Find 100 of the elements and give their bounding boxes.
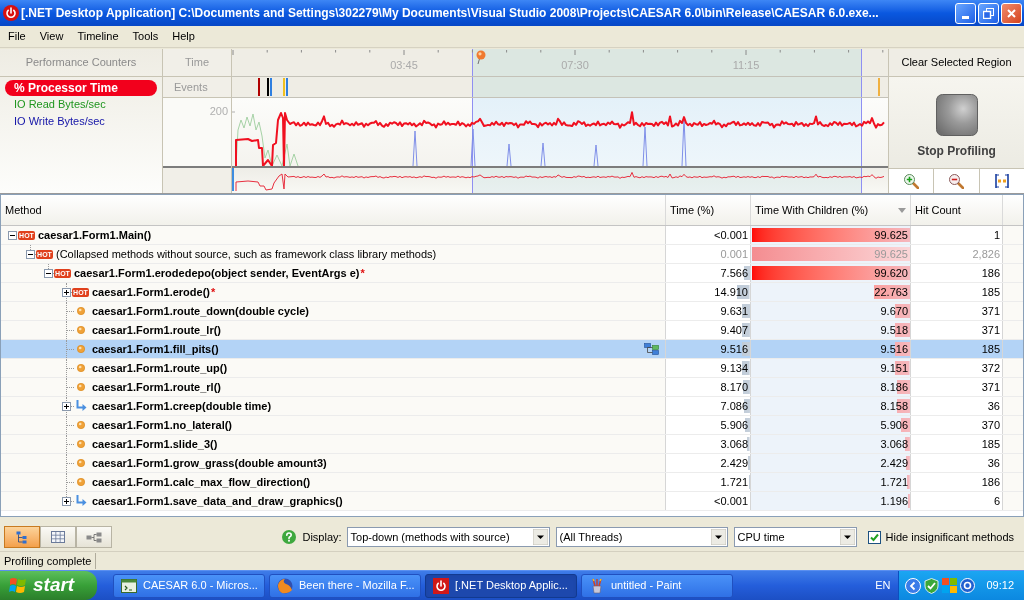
method-name: caesar1.Form1.route_lr() xyxy=(92,322,221,338)
menu-item[interactable]: Help xyxy=(165,27,202,46)
time-value: 9.134 xyxy=(720,360,748,376)
dot-icon xyxy=(76,478,85,486)
total-time-value: 8.186 xyxy=(880,379,908,395)
taskbar-button[interactable]: [.NET Desktop Applic... xyxy=(425,573,577,598)
table-row[interactable]: caesar1.Form1.route_rl() 8.170 8.186 371 xyxy=(1,378,1023,397)
column-header[interactable]: Time (%) xyxy=(666,195,751,225)
grid-icon xyxy=(51,531,65,543)
table-row[interactable]: caesar1.Form1.route_down(double cycle) 9.631 9.670 371 xyxy=(1,302,1023,321)
menu-item[interactable]: View xyxy=(32,27,71,46)
hit-count: 36 xyxy=(987,398,1000,414)
table-row[interactable]: caesar1.Form1.route_up() 9.134 9.151 372 xyxy=(1,359,1023,378)
total-time-value: 1.721 xyxy=(880,474,908,490)
tree-toggle[interactable] xyxy=(61,287,71,297)
call-tree-icon[interactable] xyxy=(644,343,659,355)
method-name: caesar1.Form1.slide_3() xyxy=(92,436,218,452)
total-time-value: 3.068 xyxy=(880,436,908,452)
table-row[interactable]: caesar1.Form1.no_lateral() 5.906 5.906 370 xyxy=(1,416,1023,435)
hit-count: 186 xyxy=(981,265,1000,281)
time-value: 9.631 xyxy=(720,303,748,319)
time-tick-label: 07:30 xyxy=(561,58,589,73)
taskbar-button[interactable]: Been there - Mozilla F... xyxy=(269,573,421,598)
table-row[interactable]: caesar1.Form1.slide_3() 3.068 3.068 185 xyxy=(1,435,1023,454)
tree-view-icon xyxy=(16,530,28,544)
menu-item[interactable]: Timeline xyxy=(70,27,126,46)
column-header[interactable]: Method xyxy=(1,195,666,225)
dot-icon xyxy=(76,440,85,448)
method-name: (Collapsed methods without source, such as framework class library methods) xyxy=(56,246,437,262)
taskbar-button[interactable]: untitled - Paint xyxy=(581,573,733,598)
dot-icon xyxy=(76,364,85,372)
help-icon[interactable] xyxy=(282,530,297,544)
tree-toggle[interactable] xyxy=(25,249,35,259)
hit-count: 186 xyxy=(981,474,1000,490)
dot-icon xyxy=(76,326,85,334)
time-value: <0.001 xyxy=(714,493,748,509)
method-name: caesar1.Form1.route_down(double cycle) xyxy=(92,303,309,319)
taskbar-button[interactable]: CAESAR 6.0 - Micros... xyxy=(113,573,265,598)
table-row[interactable]: caesar1.Form1.creep(double time) 7.086 8.158 36 xyxy=(1,397,1023,416)
total-time-value: 8.158 xyxy=(880,398,908,414)
pin-icon xyxy=(476,50,486,64)
chevron-left-icon[interactable] xyxy=(905,577,922,594)
zoom-to-fit-button[interactable] xyxy=(979,169,1024,193)
plus-icon xyxy=(63,289,69,295)
zoom-out-button[interactable] xyxy=(934,169,980,193)
minimize-icon xyxy=(962,15,969,19)
ring-icon[interactable] xyxy=(960,578,976,593)
close-button[interactable] xyxy=(1001,2,1022,24)
time-type-dropdown[interactable]: CPU time xyxy=(733,527,857,547)
graph-view-button[interactable] xyxy=(76,526,112,548)
tree-toggle[interactable] xyxy=(7,230,17,240)
hit-count: 2,826 xyxy=(972,246,1000,262)
zoom-in-button[interactable] xyxy=(889,169,935,193)
restore-button[interactable] xyxy=(978,2,999,24)
dropdown-arrow-icon[interactable] xyxy=(710,529,726,545)
tree-toggle[interactable] xyxy=(43,268,53,278)
hit-count: 370 xyxy=(981,417,1000,433)
dropdown-arrow-icon[interactable] xyxy=(839,529,855,545)
table-row[interactable]: caesar1.Form1.save_data_and_draw_graphics() <0.001 1.196 6 xyxy=(1,492,1023,511)
column-header[interactable]: Time With Children (%) xyxy=(751,195,911,225)
counter-item[interactable]: IO Write Bytes/sec xyxy=(5,113,157,130)
table-row[interactable]: caesar1.Form1.calc_max_flow_direction() 1.721 1.721 186 xyxy=(1,473,1023,492)
time-value: 7.566 xyxy=(720,265,748,281)
bent-arrow-icon xyxy=(74,495,87,507)
minimize-button[interactable] xyxy=(955,2,976,24)
time-value: 7.086 xyxy=(720,398,748,414)
menu-item[interactable]: Tools xyxy=(125,27,166,46)
display-mode-dropdown[interactable]: Top-down (methods with source) xyxy=(346,527,550,547)
thread-dropdown[interactable]: (All Threads) xyxy=(555,527,728,547)
total-time-value: 99.625 xyxy=(874,246,908,262)
shield-check-icon[interactable] xyxy=(924,577,940,594)
globe-icon xyxy=(277,577,293,594)
checkbox[interactable] xyxy=(867,530,881,544)
checkbox-label[interactable]: Hide insignificant methods xyxy=(885,528,1014,546)
total-time-value: 99.625 xyxy=(874,227,908,243)
total-time-value: 9.670 xyxy=(880,303,908,319)
check-icon xyxy=(869,532,879,542)
method-name: caesar1.Form1.erode() xyxy=(92,284,210,300)
menu-item[interactable]: File xyxy=(1,27,33,46)
table-row[interactable]: caesar1.Form1.fill_pits() 9.516 9.516 185 xyxy=(1,340,1023,359)
tree-toggle[interactable] xyxy=(61,401,71,411)
language-indicator[interactable]: EN xyxy=(875,577,891,594)
dropdown-arrow-icon[interactable] xyxy=(532,529,548,545)
call-graph-icon xyxy=(86,531,102,543)
counter-item[interactable]: % Processor Time xyxy=(5,80,157,96)
bent-arrow-icon xyxy=(74,400,87,412)
time-tick-label: 11:15 xyxy=(732,58,760,73)
counter-item[interactable]: IO Read Bytes/sec xyxy=(5,96,157,113)
total-time-value: 9.516 xyxy=(880,341,908,357)
tree-toggle[interactable] xyxy=(61,496,71,506)
time-value: 14.910 xyxy=(714,284,748,300)
tree-view-button[interactable] xyxy=(4,526,40,548)
status-text: Profiling complete xyxy=(0,552,97,570)
stop-profiling-button[interactable]: Stop Profiling xyxy=(889,77,1024,168)
minus-icon xyxy=(27,251,33,257)
table-row[interactable]: caesar1.Form1.route_lr() 9.407 9.518 371 xyxy=(1,321,1023,340)
column-header[interactable]: Hit Count xyxy=(911,195,1003,225)
clear-selected-region-button[interactable]: Clear Selected Region xyxy=(889,49,1024,77)
grid-view-button[interactable] xyxy=(40,526,76,548)
table-row[interactable]: caesar1.Form1.grow_grass(double amount3) 2.429 2.429 36 xyxy=(1,454,1023,473)
